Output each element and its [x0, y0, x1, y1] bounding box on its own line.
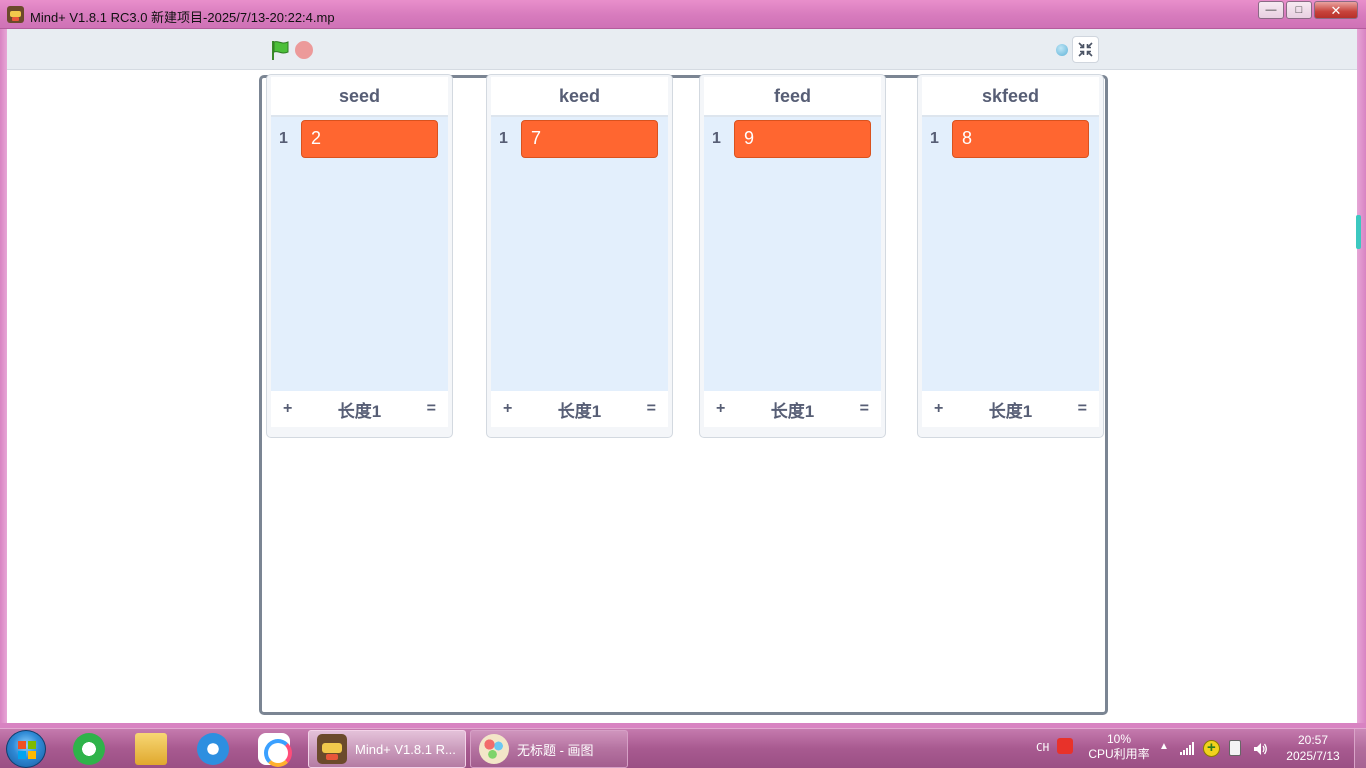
- window-controls: — □ ✕: [1258, 1, 1358, 19]
- list-footer: + 长度1 =: [922, 391, 1099, 427]
- close-button[interactable]: ✕: [1314, 1, 1358, 19]
- mindplus-app-icon: [7, 6, 24, 23]
- list-length-label: 长度1: [337, 401, 382, 421]
- list-item[interactable]: 1 9: [704, 120, 881, 158]
- security-tray-icon[interactable]: [1203, 739, 1220, 757]
- list-item-index: 1: [712, 130, 721, 147]
- list-body: 1 2: [271, 117, 448, 391]
- list-monitor-keed[interactable]: keed 1 7 + 长度1 =: [486, 74, 673, 438]
- add-item-button[interactable]: +: [934, 400, 943, 418]
- list-monitor-feed[interactable]: feed 1 9 + 长度1 =: [699, 74, 886, 438]
- usb-device-icon[interactable]: [1229, 740, 1241, 756]
- resize-handle[interactable]: =: [860, 400, 869, 418]
- list-item-index: 1: [499, 130, 508, 147]
- stop-icon[interactable]: [295, 41, 313, 59]
- show-hidden-icons-button[interactable]: ▲: [1159, 741, 1169, 768]
- list-footer: + 长度1 =: [491, 391, 668, 427]
- sogou-browser-icon[interactable]: [197, 733, 229, 765]
- taskbar-item-label: Mind+ V1.8.1 R...: [355, 741, 456, 757]
- resize-handle[interactable]: =: [427, 400, 436, 418]
- list-footer: + 长度1 =: [271, 391, 448, 427]
- list-title: skfeed: [922, 77, 1099, 117]
- connection-status-icon: [1056, 44, 1068, 56]
- scrollbar-accent[interactable]: [1356, 215, 1361, 249]
- list-title: keed: [491, 77, 668, 117]
- list-title: seed: [271, 77, 448, 117]
- list-item[interactable]: 1 8: [922, 120, 1099, 158]
- resize-handle[interactable]: =: [647, 400, 656, 418]
- cpu-percent: 10%: [1106, 732, 1132, 746]
- clock-date: 2025/7/13: [1286, 749, 1340, 763]
- window-title-bar[interactable]: Mind+ V1.8.1 RC3.0 新建项目-2025/7/13-20:22:…: [0, 0, 1366, 29]
- cpu-meter[interactable]: 10% CPU利用率: [1086, 732, 1152, 768]
- list-length-label: 长度1: [770, 401, 815, 421]
- paint-icon: [479, 734, 509, 764]
- exit-fullscreen-button[interactable]: [1072, 36, 1099, 63]
- sogou-ime-icon[interactable]: [1057, 738, 1073, 754]
- shrink-icon: [1078, 42, 1093, 57]
- list-length-label: 长度1: [557, 401, 602, 421]
- list-title: feed: [704, 77, 881, 117]
- list-item-index: 1: [279, 130, 288, 147]
- baidu-netdisk-icon[interactable]: [258, 733, 292, 767]
- list-footer: + 长度1 =: [704, 391, 881, 427]
- list-body: 1 8: [922, 117, 1099, 391]
- cpu-label: CPU利用率: [1088, 747, 1150, 761]
- window-frame-right: [1357, 29, 1366, 727]
- taskbar-item-label: 无标题 - 画图: [517, 742, 594, 758]
- resize-handle[interactable]: =: [1078, 400, 1087, 418]
- mindplus-icon: [317, 734, 347, 764]
- list-body: 1 7: [491, 117, 668, 391]
- taskbar: Mind+ V1.8.1 R... 无标题 - 画图 CH 10% CPU利用率…: [0, 728, 1366, 768]
- ie-browser-icon[interactable]: [73, 733, 105, 765]
- taskbar-item-paint[interactable]: 无标题 - 画图: [470, 730, 628, 768]
- list-length-label: 长度1: [988, 401, 1033, 421]
- show-desktop-button[interactable]: [1354, 729, 1366, 768]
- add-item-button[interactable]: +: [283, 400, 292, 418]
- green-flag-icon[interactable]: [269, 39, 291, 61]
- window-frame-left: [0, 29, 7, 727]
- system-clock[interactable]: 20:57 2025/7/13: [1280, 732, 1346, 768]
- window-title: Mind+ V1.8.1 RC3.0 新建项目-2025/7/13-20:22:…: [30, 10, 335, 25]
- list-body: 1 9: [704, 117, 881, 391]
- taskbar-item-mindplus[interactable]: Mind+ V1.8.1 R...: [308, 730, 466, 768]
- list-item-value[interactable]: 2: [301, 120, 438, 158]
- minimize-button[interactable]: —: [1258, 1, 1284, 19]
- list-item-value[interactable]: 9: [734, 120, 871, 158]
- input-method-indicator[interactable]: CH: [1036, 741, 1049, 768]
- volume-icon[interactable]: [1252, 741, 1268, 757]
- clock-time: 20:57: [1297, 733, 1329, 747]
- add-item-button[interactable]: +: [503, 400, 512, 418]
- file-explorer-icon[interactable]: [135, 733, 167, 765]
- network-signal-icon[interactable]: [1180, 742, 1196, 755]
- list-item-value[interactable]: 8: [952, 120, 1089, 158]
- list-item[interactable]: 1 7: [491, 120, 668, 158]
- list-monitor-skfeed[interactable]: skfeed 1 8 + 长度1 =: [917, 74, 1104, 438]
- list-item-value[interactable]: 7: [521, 120, 658, 158]
- maximize-button[interactable]: □: [1286, 1, 1312, 19]
- list-item-index: 1: [930, 130, 939, 147]
- list-monitor-seed[interactable]: seed 1 2 + 长度1 =: [266, 74, 453, 438]
- start-button[interactable]: [6, 730, 46, 768]
- add-item-button[interactable]: +: [716, 400, 725, 418]
- list-item[interactable]: 1 2: [271, 120, 448, 158]
- stage-toolbar: [7, 29, 1357, 70]
